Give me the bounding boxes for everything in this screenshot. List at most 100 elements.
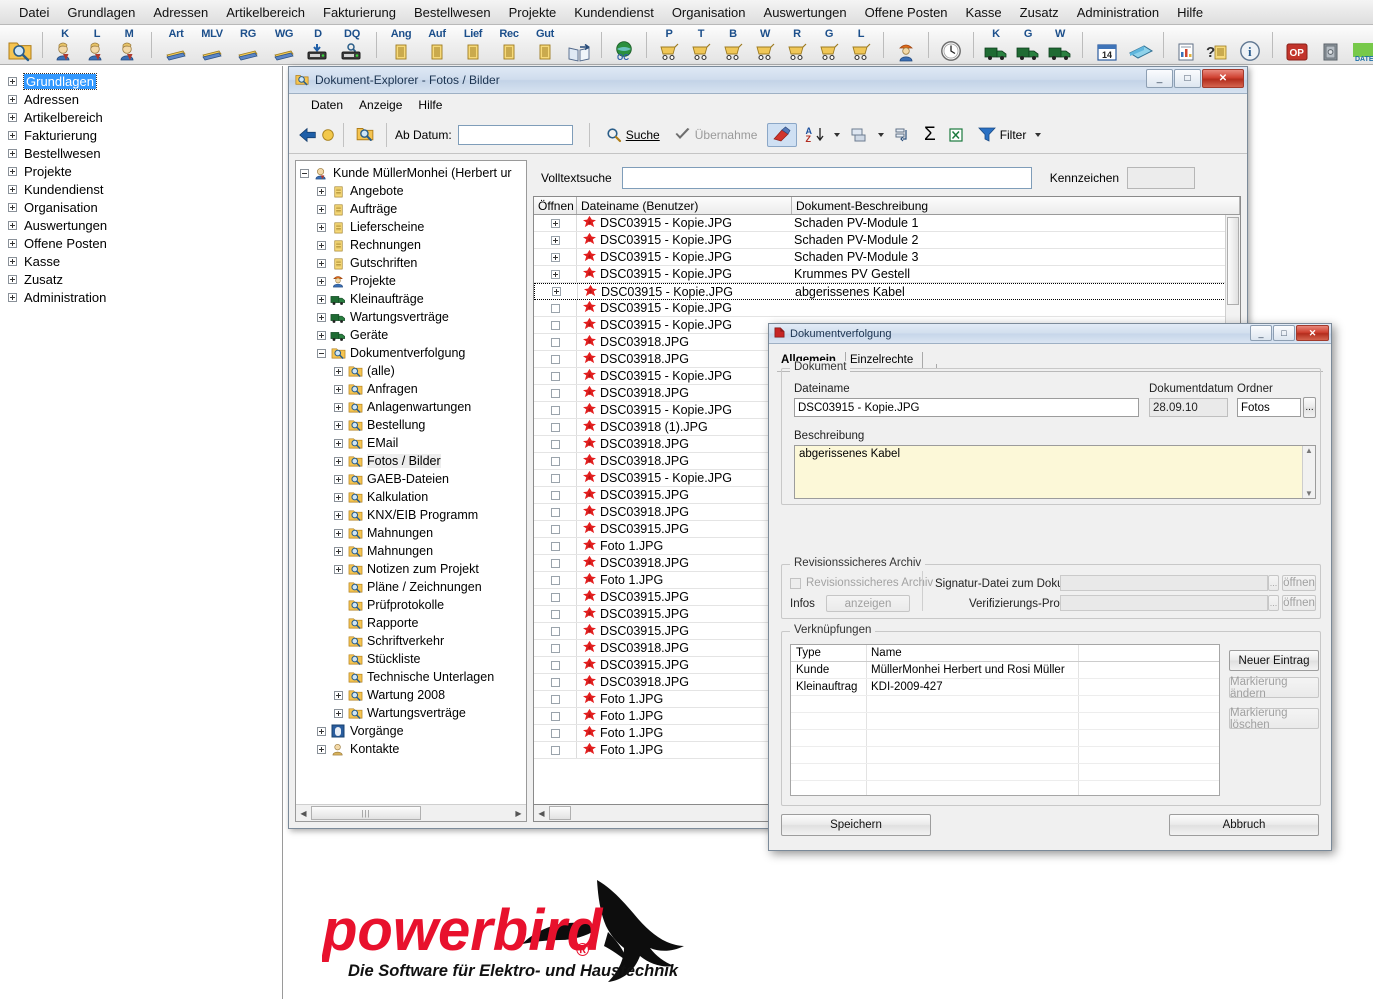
row-open-cell[interactable] [534, 436, 577, 452]
group-button[interactable] [846, 125, 872, 145]
row-checkbox[interactable] [550, 660, 560, 670]
verknuepfungen-empty-row[interactable] [791, 730, 1219, 747]
gutschrift-icon[interactable]: Gut [529, 28, 561, 62]
menu-item-kasse[interactable]: Kasse [957, 2, 1011, 23]
abbruch-button[interactable]: Abbruch [1169, 814, 1319, 836]
sidebar-item-adressen[interactable]: Adressen [0, 90, 282, 108]
expand-icon[interactable] [334, 384, 343, 394]
cart-p-icon[interactable]: P [655, 28, 683, 62]
ab-datum-input[interactable] [457, 124, 573, 145]
sidebar-item-kundendienst[interactable]: Kundendienst [0, 180, 282, 198]
menu-item-administration[interactable]: Administration [1068, 2, 1168, 23]
expand-icon[interactable] [334, 420, 343, 430]
maximize-button[interactable]: □ [1174, 69, 1201, 88]
revisionssicheres-archiv-checkbox[interactable] [790, 577, 801, 589]
sidebar-item-offene-posten[interactable]: Offene Posten [0, 234, 282, 252]
beschreibung-textarea[interactable]: abgerissenes Kabel ▲ ▼ [794, 445, 1316, 499]
grid-column-header[interactable]: Öffnen [534, 197, 577, 214]
sidebar-item-administration[interactable]: Administration [0, 288, 282, 306]
verknuepfungen-empty-row[interactable] [791, 713, 1219, 730]
row-checkbox[interactable] [550, 473, 560, 483]
tab-einzelrechte[interactable]: Einzelrechte [846, 352, 924, 368]
dialog-maximize-button[interactable]: □ [1273, 325, 1295, 341]
expand-icon[interactable] [317, 330, 326, 340]
tree-node[interactable]: Kalkulation [296, 488, 526, 506]
collapse-icon[interactable] [300, 168, 309, 178]
row-open-cell[interactable] [534, 538, 577, 554]
row-open-cell[interactable] [534, 742, 577, 758]
tree-node[interactable]: EMail [296, 434, 526, 452]
row-checkbox[interactable] [550, 677, 560, 687]
op-icon[interactable]: OP [1281, 28, 1313, 62]
tree-horizontal-scrollbar[interactable]: ◀ ||| ▶ [296, 804, 526, 821]
article-icon[interactable]: Art [160, 28, 192, 62]
table-row[interactable]: DSC03915 - Kopie.JPG Krummes PV Gestell [534, 266, 1240, 283]
expand-icon[interactable] [8, 274, 17, 284]
row-open-cell[interactable] [534, 521, 577, 537]
tree-node[interactable]: Anfragen [296, 380, 526, 398]
scroll-right-arrow[interactable]: ▶ [511, 806, 526, 821]
layout-button[interactable] [890, 125, 916, 145]
revisionssicheres-archiv-checkbox-row[interactable]: Revisionssicheres Archiv [790, 577, 933, 589]
row-open-cell[interactable] [534, 419, 577, 435]
expand-icon[interactable] [8, 202, 17, 212]
tree-node[interactable]: GAEB-Dateien [296, 470, 526, 488]
expand-icon[interactable] [550, 252, 560, 262]
expand-icon[interactable] [550, 269, 560, 279]
expand-icon[interactable] [550, 235, 560, 245]
row-open-cell[interactable] [534, 589, 577, 605]
row-open-cell[interactable] [534, 572, 577, 588]
dialog-minimize-button[interactable]: _ [1250, 325, 1272, 341]
dialog-titlebar[interactable]: Dokumentverfolgung _ □ ✕ [769, 324, 1331, 344]
explorer-menu-daten[interactable]: Daten [303, 96, 351, 114]
tree-node[interactable]: Gutschriften [296, 254, 526, 272]
menu-item-artikelbereich[interactable]: Artikelbereich [217, 2, 314, 23]
row-checkbox[interactable] [550, 303, 560, 313]
expand-icon[interactable] [334, 438, 343, 448]
sort-az-button[interactable]: AZ [801, 125, 828, 145]
cart-g-icon[interactable]: G [815, 28, 843, 62]
document-search-icon[interactable] [6, 28, 34, 62]
tree-node[interactable]: Kleinaufträge [296, 290, 526, 308]
supplier-icon[interactable]: L [83, 28, 111, 62]
tree-node[interactable]: Rapporte [296, 614, 526, 632]
grid-column-header[interactable]: Dokument-Beschreibung [792, 197, 1240, 214]
expand-icon[interactable] [317, 312, 326, 322]
tree-node[interactable]: Kunde MüllerMonhei (Herbert ur [296, 164, 526, 182]
menu-item-fakturierung[interactable]: Fakturierung [314, 2, 405, 23]
row-open-cell[interactable] [534, 368, 577, 384]
verknuepfungen-empty-row[interactable] [791, 696, 1219, 713]
verknuepfungen-row[interactable]: Kunde MüllerMonhei Herbert und Rosi Mülle… [791, 662, 1219, 679]
table-row[interactable]: DSC03915 - Kopie.JPG Schaden PV-Module 1 [534, 215, 1240, 232]
verknuepfungen-empty-row[interactable] [791, 747, 1219, 764]
table-row[interactable]: DSC03915 - Kopie.JPG Schaden PV-Module 2 [534, 232, 1240, 249]
tree-node[interactable]: Schriftverkehr [296, 632, 526, 650]
tree-node[interactable]: Angebote [296, 182, 526, 200]
tree-node[interactable]: Wartungsverträge [296, 704, 526, 722]
expand-icon[interactable] [334, 690, 343, 700]
tree-node[interactable]: Vorgänge [296, 722, 526, 740]
menu-item-grundlagen[interactable]: Grundlagen [58, 2, 144, 23]
sidebar-item-fakturierung[interactable]: Fakturierung [0, 126, 282, 144]
row-open-cell[interactable] [534, 232, 577, 248]
row-open-cell[interactable] [534, 453, 577, 469]
table-row[interactable]: DSC03915 - Kopie.JPG [534, 300, 1240, 317]
menu-item-projekte[interactable]: Projekte [500, 2, 566, 23]
ordner-browse-button[interactable]: ... [1303, 397, 1316, 418]
auftrag-icon[interactable]: Auf [421, 28, 453, 62]
group-dropdown-arrow[interactable] [877, 132, 884, 137]
table-row[interactable]: DSC03915 - Kopie.JPG abgerissenes Kabel [534, 283, 1240, 300]
mlv-icon[interactable]: MLV [196, 28, 228, 62]
row-open-cell[interactable] [534, 402, 577, 418]
expand-icon[interactable] [317, 726, 326, 736]
expand-icon[interactable] [334, 546, 343, 556]
expand-icon[interactable] [334, 708, 343, 718]
worker-icon[interactable] [892, 28, 920, 62]
expand-icon[interactable] [8, 256, 17, 266]
scroll-thumb[interactable]: ||| [311, 806, 421, 820]
verknuepfungen-row[interactable]: Kleinauftrag KDI-2009-427 [791, 679, 1219, 696]
expand-icon[interactable] [8, 76, 17, 86]
row-checkbox[interactable] [550, 541, 560, 551]
menu-item-bestellwesen[interactable]: Bestellwesen [405, 2, 500, 23]
menu-item-kundendienst[interactable]: Kundendienst [565, 2, 663, 23]
